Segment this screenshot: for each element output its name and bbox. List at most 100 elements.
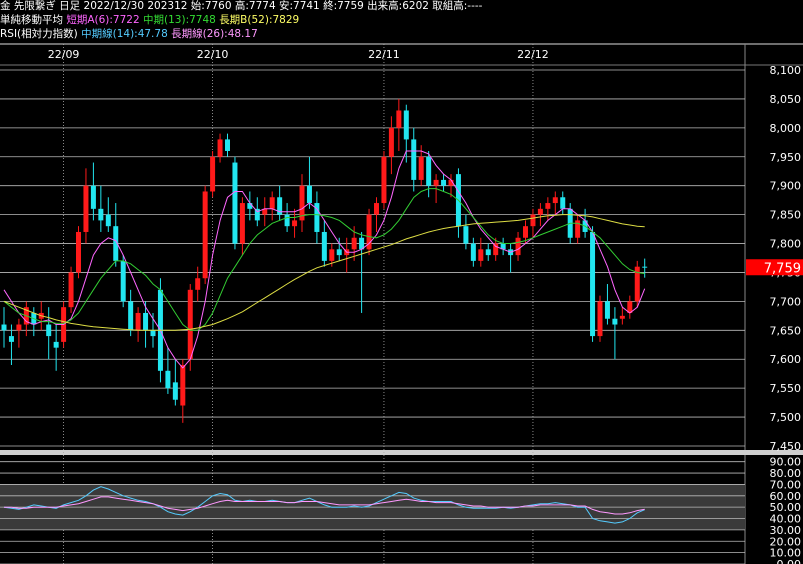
candle-body: [426, 156, 432, 186]
candle-body: [351, 237, 357, 250]
candle-body: [470, 243, 476, 261]
rsi-tick-label: 30.00: [770, 524, 802, 537]
rsi14-label: 中期線(14):47.78: [81, 28, 168, 40]
candle-body: [269, 197, 275, 209]
candle-body: [53, 341, 59, 348]
panel-divider: [0, 450, 803, 455]
candle-body: [537, 208, 543, 215]
candle-body: [180, 365, 186, 406]
rsi-tick-label: 60.00: [770, 490, 802, 503]
quote-header: 金 先限繋ぎ 日足 2022/12/30 202312 始:7760 高:777…: [0, 0, 482, 13]
candle-body: [1, 324, 7, 331]
candle-body: [388, 127, 394, 157]
candle-body: [239, 203, 245, 244]
candle-body: [418, 156, 424, 180]
rsi-tick-label: 40.00: [770, 513, 802, 526]
ma-long-label: 長期B(52):7829: [219, 14, 300, 26]
chart-canvas: 7,4507,5007,5507,6007,6507,7007,7507,800…: [0, 43, 803, 564]
candle-body: [545, 203, 551, 209]
candle-body: [105, 214, 111, 227]
rsi-tick-label: 80.00: [770, 467, 802, 480]
price-tick-label: 7,550: [770, 382, 802, 395]
candle-body: [329, 249, 335, 261]
candle-body: [590, 231, 596, 337]
candle-body: [604, 301, 610, 319]
ma-short-label: 短期A(6):7722: [66, 14, 140, 26]
price-tick-label: 7,900: [770, 180, 802, 193]
date-tick-label: 22/11: [368, 48, 400, 61]
price-tick-label: 7,450: [770, 440, 802, 453]
candle-body: [120, 260, 126, 302]
candle-body: [165, 370, 171, 389]
candle-body: [403, 110, 409, 140]
candle-body: [16, 324, 22, 331]
candle-body: [597, 301, 603, 337]
price-tick-label: 8,100: [770, 64, 802, 77]
price-tick-label: 7,500: [770, 411, 802, 424]
candle-body: [46, 324, 52, 337]
price-tick-label: 7,950: [770, 151, 802, 164]
candle-body: [135, 312, 141, 331]
candle-body: [284, 214, 290, 227]
rsi-title: RSI(相対力指数): [0, 28, 78, 40]
candle-body: [478, 249, 484, 261]
candle-body: [210, 156, 216, 192]
candle-body: [552, 197, 558, 204]
candle-body: [68, 272, 74, 308]
date-tick-label: 22/10: [197, 48, 229, 61]
price-tick-label: 8,000: [770, 122, 802, 135]
candle-body: [247, 203, 253, 209]
rsi-legend: RSI(相対力指数) 中期線(14):47.78 長期線(26):48.17: [0, 28, 258, 41]
candle-body: [292, 220, 298, 227]
last-price-label: 7,759: [764, 261, 801, 276]
rsi-tick-label: 70.00: [770, 478, 802, 491]
candle-body: [225, 139, 230, 151]
candle-body: [306, 185, 312, 204]
candle-body: [612, 318, 618, 325]
candle-body: [187, 289, 193, 360]
ma-legend: 単純移動平均 短期A(6):7722 中期(13):7748 長期B(52):7…: [0, 14, 299, 27]
candle-body: [98, 208, 104, 221]
candles: [1, 98, 648, 423]
candle-body: [76, 231, 81, 273]
candle-body: [90, 185, 96, 209]
candle-body: [381, 156, 387, 204]
candle-body: [336, 249, 342, 256]
candle-body: [128, 301, 134, 331]
candle-body: [195, 278, 201, 290]
price-tick-label: 7,650: [770, 324, 802, 337]
candle-body: [411, 139, 417, 180]
date-tick-label: 22/09: [48, 48, 80, 61]
candle-body: [8, 336, 14, 342]
candle-body: [463, 226, 469, 244]
price-tick-label: 7,850: [770, 209, 802, 222]
rsi-tick-label: 20.00: [770, 535, 802, 548]
candle-body: [530, 214, 536, 227]
quote-line: 金 先限繋ぎ 日足 2022/12/30 202312 始:7760 高:777…: [0, 0, 483, 12]
price-tick-label: 8,050: [770, 93, 802, 106]
date-tick-label: 22/12: [517, 48, 549, 61]
candle-body: [374, 203, 379, 215]
candle-body: [493, 243, 499, 256]
ma-title: 単純移動平均: [0, 14, 63, 26]
candle-body: [321, 231, 327, 261]
candle-body: [202, 191, 208, 279]
candle-body: [172, 382, 178, 400]
candle-body: [642, 266, 648, 268]
candle-body: [396, 110, 402, 128]
rsi-band: [0, 461, 745, 564]
ma-mid-label: 中期(13):7748: [143, 14, 216, 26]
candle-body: [143, 312, 149, 331]
candle-body: [485, 249, 491, 256]
candle-body: [523, 226, 528, 238]
candle-body: [433, 179, 439, 186]
rsi26-label: 長期線(26):48.17: [171, 28, 258, 40]
candle-body: [217, 139, 223, 157]
candle-body: [560, 197, 566, 209]
candle-body: [232, 162, 238, 244]
candle-body: [441, 179, 447, 186]
candle-body: [150, 330, 156, 337]
candle-body: [515, 237, 521, 256]
rsi-tick-label: 90.00: [770, 456, 802, 469]
candle-body: [83, 185, 89, 232]
